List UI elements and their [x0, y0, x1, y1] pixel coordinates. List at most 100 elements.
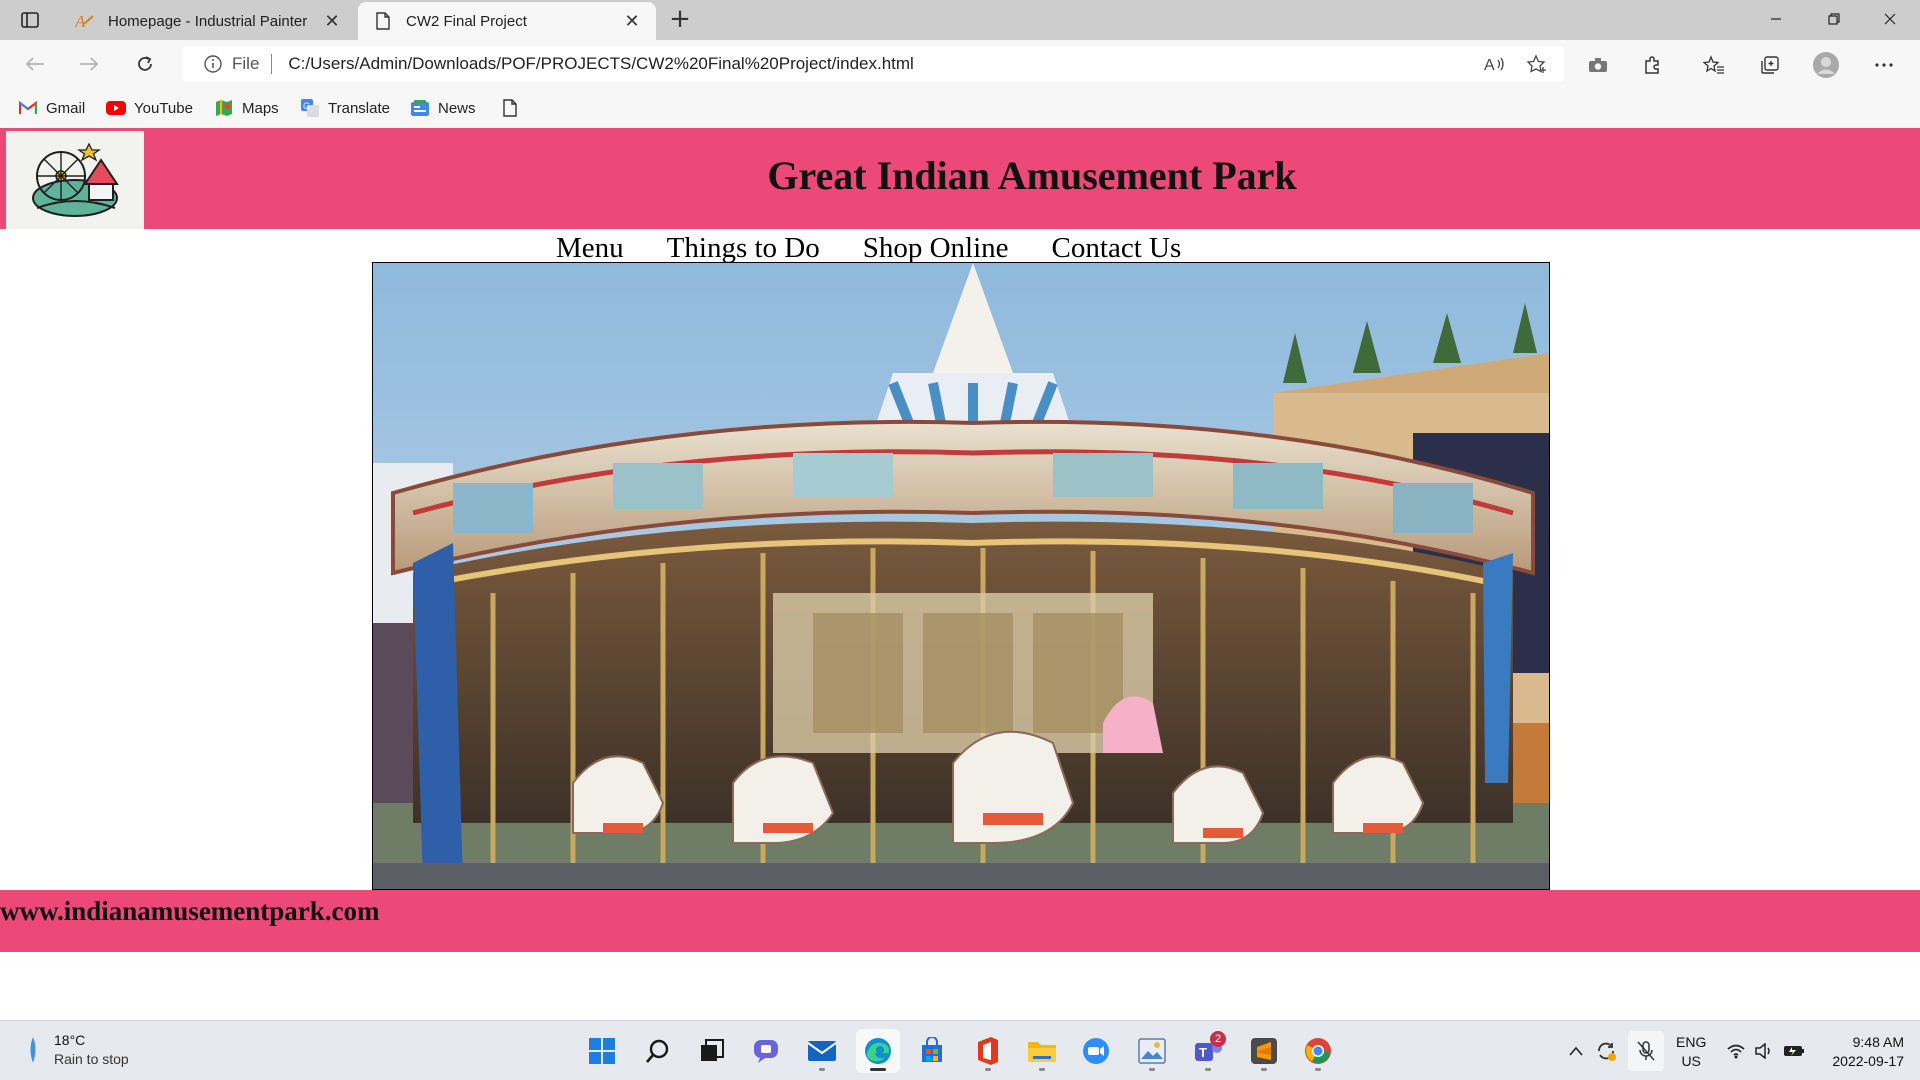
maps-icon [214, 98, 234, 118]
svg-text:T: T [1199, 1045, 1207, 1060]
clock-date: 2022-09-17 [1832, 1053, 1904, 1069]
more-options-icon[interactable] [1868, 52, 1900, 78]
svg-text:A: A [75, 12, 86, 30]
gmail-icon [18, 98, 38, 118]
bookmark-gmail[interactable]: Gmail [18, 96, 85, 120]
favorites-icon[interactable] [1698, 52, 1730, 78]
site-logo-icon: A [74, 10, 96, 32]
collections-icon[interactable] [1754, 52, 1786, 78]
web-page-viewport: Great Indian Amusement Park Menu Things … [0, 128, 1920, 1020]
refresh-icon[interactable] [128, 50, 162, 78]
sublime-text-app[interactable] [1242, 1029, 1286, 1073]
info-icon[interactable] [202, 53, 224, 75]
battery-icon[interactable] [1782, 1039, 1806, 1063]
tab-title: Homepage - Industrial Painter [108, 12, 308, 30]
volume-icon[interactable] [1752, 1039, 1776, 1063]
bookmark-label: News [438, 99, 476, 117]
close-tab-icon[interactable]: ✕ [622, 11, 642, 32]
bookmark-translate[interactable]: G Translate [300, 96, 390, 120]
edge-icon [865, 1038, 891, 1064]
minimize-button[interactable] [1754, 6, 1798, 34]
close-window-button[interactable] [1868, 6, 1912, 34]
bookmarks-bar: Gmail YouTube Maps G Translate News [0, 88, 1920, 128]
chat-icon [754, 1040, 778, 1063]
close-tab-icon[interactable]: ✕ [322, 11, 342, 32]
park-logo[interactable] [6, 131, 144, 229]
forward-arrow-icon[interactable] [72, 50, 106, 78]
input-language-indicator[interactable]: ENG US [1676, 1033, 1706, 1071]
bookmark-label: Maps [242, 99, 279, 117]
wifi-icon[interactable] [1724, 1039, 1748, 1063]
chrome-app[interactable] [1296, 1029, 1340, 1073]
language-code: ENG [1676, 1034, 1707, 1050]
address-toolbar: File C:/Users/Admin/Downloads/POF/PROJEC… [0, 40, 1920, 88]
keyboard-layout: US [1681, 1053, 1701, 1069]
page-icon [372, 10, 394, 32]
notification-badge: 2 [1210, 1031, 1226, 1047]
office-app[interactable] [966, 1029, 1010, 1073]
bookmark-maps[interactable]: Maps [214, 96, 279, 120]
page-icon [500, 98, 520, 118]
tab-cw2-final-project[interactable]: CW2 Final Project ✕ [358, 2, 656, 40]
teams-app[interactable]: T 2 [1186, 1029, 1230, 1073]
back-arrow-icon[interactable] [18, 50, 52, 78]
translate-icon: G [300, 98, 320, 118]
site-footer: www.indianamusementpark.com [0, 890, 1920, 952]
svg-text:A: A [1484, 57, 1495, 73]
sync-icon[interactable] [1594, 1039, 1618, 1063]
task-view-button[interactable] [690, 1029, 734, 1073]
system-clock[interactable]: 9:48 AM 2022-09-17 [1814, 1033, 1904, 1071]
photos-app[interactable] [1130, 1029, 1174, 1073]
bookmark-label: Gmail [46, 99, 86, 117]
weather-description: Rain to stop [54, 1051, 129, 1067]
camera-icon[interactable] [1582, 52, 1614, 78]
clock-time: 9:48 AM [1852, 1034, 1904, 1050]
folder-icon [1028, 1042, 1056, 1062]
url-text[interactable]: C:/Users/Admin/Downloads/POF/PROJECTS/CW… [288, 54, 913, 74]
microphone-muted-icon[interactable] [1628, 1031, 1664, 1071]
new-tab-button[interactable]: + [664, 4, 696, 36]
weather-widget[interactable]: 18°C Rain to stop [26, 1031, 129, 1069]
store-icon [922, 1037, 942, 1062]
zoom-icon [1083, 1038, 1109, 1064]
address-bar[interactable]: File C:/Users/Admin/Downloads/POF/PROJEC… [182, 46, 1564, 82]
rain-weather-icon [30, 1037, 36, 1063]
office-icon [978, 1037, 998, 1065]
bookmark-untitled[interactable] [500, 96, 528, 120]
zoom-app[interactable] [1074, 1029, 1118, 1073]
chrome-icon [1305, 1038, 1331, 1064]
edge-browser-app[interactable] [856, 1029, 900, 1073]
bookmark-label: Translate [328, 99, 390, 117]
bookmark-youtube[interactable]: YouTube [106, 96, 193, 120]
start-button[interactable] [580, 1029, 624, 1073]
carousel-hero-image [372, 262, 1550, 890]
restore-button[interactable] [1812, 6, 1856, 34]
read-aloud-icon[interactable]: A [1480, 52, 1510, 76]
chevron-up-icon[interactable] [1564, 1039, 1588, 1063]
tab-actions-icon[interactable] [14, 8, 46, 32]
add-favorite-icon[interactable] [1522, 52, 1552, 76]
sublime-text-icon [1251, 1038, 1277, 1064]
site-header: Great Indian Amusement Park [0, 128, 1920, 229]
search-button[interactable] [636, 1029, 680, 1073]
url-scheme-label: File [232, 54, 273, 74]
profile-avatar[interactable] [1810, 52, 1842, 78]
svg-text:G: G [303, 101, 310, 111]
search-icon [646, 1039, 669, 1063]
extensions-icon[interactable] [1636, 52, 1668, 78]
windows-taskbar: 18°C Rain to stop T 2 ENG US 9:48 AM 202… [0, 1020, 1920, 1080]
bookmark-news[interactable]: News [410, 96, 476, 120]
microsoft-store-app[interactable] [910, 1029, 954, 1073]
tab-homepage-industrial-painter[interactable]: A Homepage - Industrial Painter ✕ [60, 2, 356, 40]
teams-chat-button[interactable] [744, 1029, 788, 1073]
mail-app[interactable] [800, 1029, 844, 1073]
windows-logo-icon [589, 1038, 615, 1064]
bookmark-label: YouTube [134, 99, 193, 117]
footer-website-url[interactable]: www.indianamusementpark.com [0, 896, 380, 927]
file-explorer-app[interactable] [1020, 1029, 1064, 1073]
tab-title: CW2 Final Project [406, 12, 527, 30]
youtube-icon [106, 98, 126, 118]
news-icon [410, 98, 430, 118]
task-view-icon [701, 1039, 724, 1061]
browser-tab-bar: A Homepage - Industrial Painter ✕ CW2 Fi… [0, 0, 1920, 40]
